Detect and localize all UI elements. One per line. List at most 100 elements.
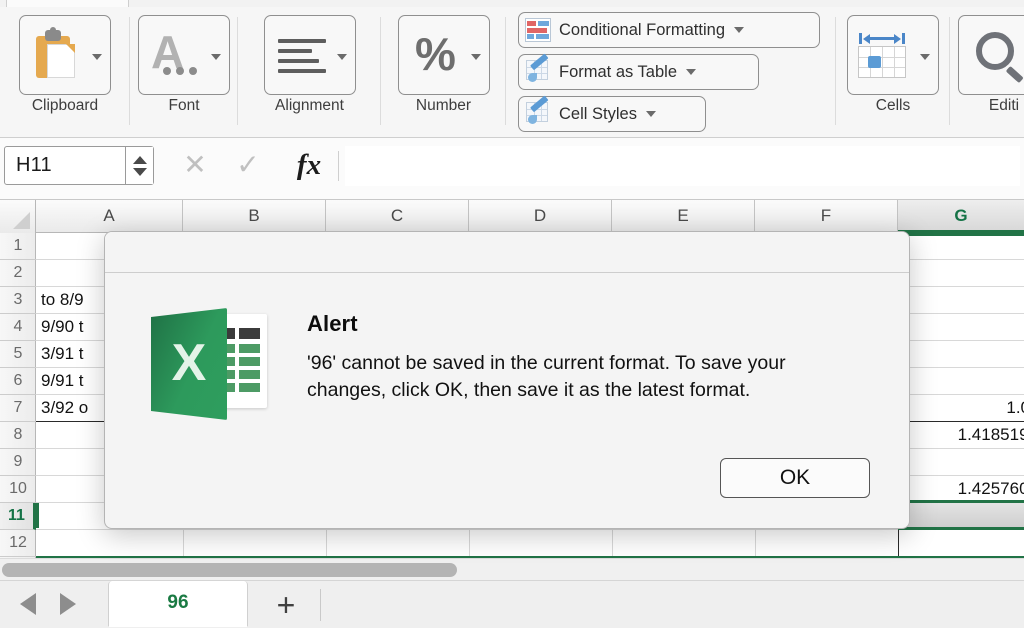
chevron-down-icon[interactable] bbox=[920, 54, 930, 60]
ribbon-group-label-font: Font bbox=[168, 97, 200, 114]
ribbon: Clipboard A Font Alignment % Number Cond… bbox=[0, 7, 1024, 138]
sheet-tab-bar: 96 + bbox=[0, 580, 1024, 628]
dialog-title-bar bbox=[105, 232, 909, 273]
column-header-row: A B C D E F G bbox=[0, 200, 1024, 233]
row-header-12[interactable]: 12 bbox=[0, 530, 36, 557]
ribbon-group-label-editing: Editi bbox=[988, 97, 1020, 114]
name-box[interactable]: H11 bbox=[4, 146, 154, 185]
excel-icon-panel: X bbox=[151, 308, 227, 420]
excel-app-icon: X bbox=[151, 308, 271, 420]
previous-sheet-button[interactable] bbox=[20, 593, 36, 615]
row-header-3[interactable]: 3 bbox=[0, 287, 36, 314]
selected-cell-highlight[interactable] bbox=[899, 503, 1024, 527]
ribbon-group-alignment: Alignment bbox=[238, 7, 381, 138]
format-as-table-label: Format as Table bbox=[559, 62, 677, 81]
horizontal-scrollbar[interactable] bbox=[0, 558, 1024, 580]
row-header-1[interactable]: 1 bbox=[0, 233, 36, 260]
row-header-6[interactable]: 6 bbox=[0, 368, 36, 395]
add-sheet-button[interactable]: + bbox=[268, 589, 304, 621]
percent-icon: % bbox=[415, 28, 456, 80]
cell-g8[interactable]: 1.4185191 bbox=[902, 422, 1024, 448]
formula-bar: H11 ✕ ✓ fx bbox=[0, 138, 1024, 200]
chevron-down-icon[interactable] bbox=[336, 54, 347, 60]
cell-styles-label: Cell Styles bbox=[559, 104, 637, 123]
confirm-formula-icon[interactable]: ✓ bbox=[232, 150, 264, 180]
stepper-up-icon[interactable] bbox=[132, 155, 147, 164]
conditional-formatting-button[interactable]: Conditional Formatting bbox=[518, 12, 820, 48]
next-sheet-button[interactable] bbox=[60, 593, 76, 615]
select-all-corner[interactable] bbox=[0, 200, 36, 233]
insert-function-icon[interactable]: fx bbox=[290, 150, 328, 180]
ribbon-group-editing: Editi bbox=[950, 7, 1024, 138]
ribbon-group-cells: Cells bbox=[836, 7, 950, 138]
cell-styles-button[interactable]: Cell Styles bbox=[518, 95, 706, 132]
ribbon-group-styles: Conditional Formatting Format as Table C… bbox=[506, 7, 836, 138]
column-header-b[interactable]: B bbox=[183, 200, 326, 233]
ribbon-group-label-number: Number bbox=[415, 97, 472, 114]
chevron-down-icon[interactable] bbox=[645, 111, 656, 117]
column-header-g[interactable]: G bbox=[898, 200, 1024, 233]
ribbon-group-number: % Number bbox=[381, 7, 506, 138]
ok-button[interactable]: OK bbox=[720, 458, 870, 498]
ribbon-group-clipboard: Clipboard bbox=[0, 7, 130, 138]
dialog-title: Alert bbox=[307, 311, 358, 336]
excel-window: Clipboard A Font Alignment % Number Cond… bbox=[0, 0, 1024, 628]
search-icon bbox=[969, 24, 1024, 90]
chevron-down-icon[interactable] bbox=[686, 69, 696, 75]
ribbon-group-label-alignment: Alignment bbox=[275, 97, 344, 114]
name-box-value: H11 bbox=[16, 154, 52, 176]
cell-g7[interactable]: 1.0 bbox=[902, 395, 1024, 421]
chevron-down-icon[interactable] bbox=[470, 54, 481, 60]
column-header-c[interactable]: C bbox=[326, 200, 469, 233]
name-box-steppers[interactable] bbox=[125, 147, 153, 184]
chevron-down-icon[interactable] bbox=[211, 54, 221, 60]
ribbon-group-font: A Font bbox=[130, 7, 238, 138]
column-header-f[interactable]: F bbox=[755, 200, 898, 233]
editing-button[interactable] bbox=[958, 15, 1024, 95]
chevron-down-icon[interactable] bbox=[92, 54, 102, 60]
stepper-down-icon[interactable] bbox=[132, 167, 147, 176]
column-g-selection-edge bbox=[898, 233, 1024, 236]
conditional-formatting-label: Conditional Formatting bbox=[559, 20, 725, 39]
row-header-10[interactable]: 10 bbox=[0, 476, 36, 503]
excel-icon-x-letter: X bbox=[171, 333, 207, 392]
alert-dialog: X Alert '96' cannot be saved in the curr… bbox=[104, 231, 910, 529]
conditional-formatting-icon bbox=[525, 18, 551, 42]
row-header-8[interactable]: 8 bbox=[0, 422, 36, 449]
formula-input[interactable] bbox=[345, 146, 1020, 186]
row-header-2[interactable]: 2 bbox=[0, 260, 36, 287]
alignment-icon bbox=[271, 22, 333, 88]
number-format-button[interactable]: % bbox=[397, 15, 490, 95]
clipboard-button[interactable] bbox=[19, 15, 111, 95]
row-header-4[interactable]: 4 bbox=[0, 314, 36, 341]
dialog-message: '96' cannot be saved in the current form… bbox=[307, 352, 786, 401]
column-header-a[interactable]: A bbox=[36, 200, 183, 233]
format-as-table-icon bbox=[525, 53, 551, 84]
row-header-7[interactable]: 7 bbox=[0, 395, 36, 422]
font-button[interactable]: A bbox=[138, 15, 230, 95]
cell-g10[interactable]: 1.4257608 bbox=[902, 476, 1024, 502]
ribbon-group-label-clipboard: Clipboard bbox=[31, 97, 99, 114]
ribbon-group-label-cells: Cells bbox=[875, 97, 911, 114]
cell-styles-icon bbox=[525, 95, 551, 126]
row-header-5[interactable]: 5 bbox=[0, 341, 36, 368]
ribbon-tab-active[interactable] bbox=[6, 0, 129, 7]
row-header-9[interactable]: 9 bbox=[0, 449, 36, 476]
row-header-column: 1 2 3 4 5 6 7 8 9 10 11 12 bbox=[0, 233, 36, 558]
column-header-e[interactable]: E bbox=[612, 200, 755, 233]
row-11-cursor bbox=[36, 503, 39, 528]
clipboard-icon bbox=[26, 22, 88, 88]
row-header-11[interactable]: 11 bbox=[0, 503, 36, 530]
cancel-formula-icon[interactable]: ✕ bbox=[179, 150, 211, 180]
sheet-bar-divider bbox=[320, 589, 321, 621]
column-header-d[interactable]: D bbox=[469, 200, 612, 233]
font-icon: A bbox=[145, 22, 207, 88]
cells-button[interactable] bbox=[847, 15, 939, 95]
chevron-down-icon[interactable] bbox=[734, 27, 744, 33]
format-as-table-button[interactable]: Format as Table bbox=[518, 53, 759, 90]
horizontal-scroll-thumb[interactable] bbox=[2, 563, 457, 577]
formula-bar-divider bbox=[338, 151, 339, 181]
alignment-button[interactable] bbox=[263, 15, 356, 95]
sheet-tab-96[interactable]: 96 bbox=[108, 581, 248, 627]
select-all-triangle-icon bbox=[13, 212, 30, 229]
